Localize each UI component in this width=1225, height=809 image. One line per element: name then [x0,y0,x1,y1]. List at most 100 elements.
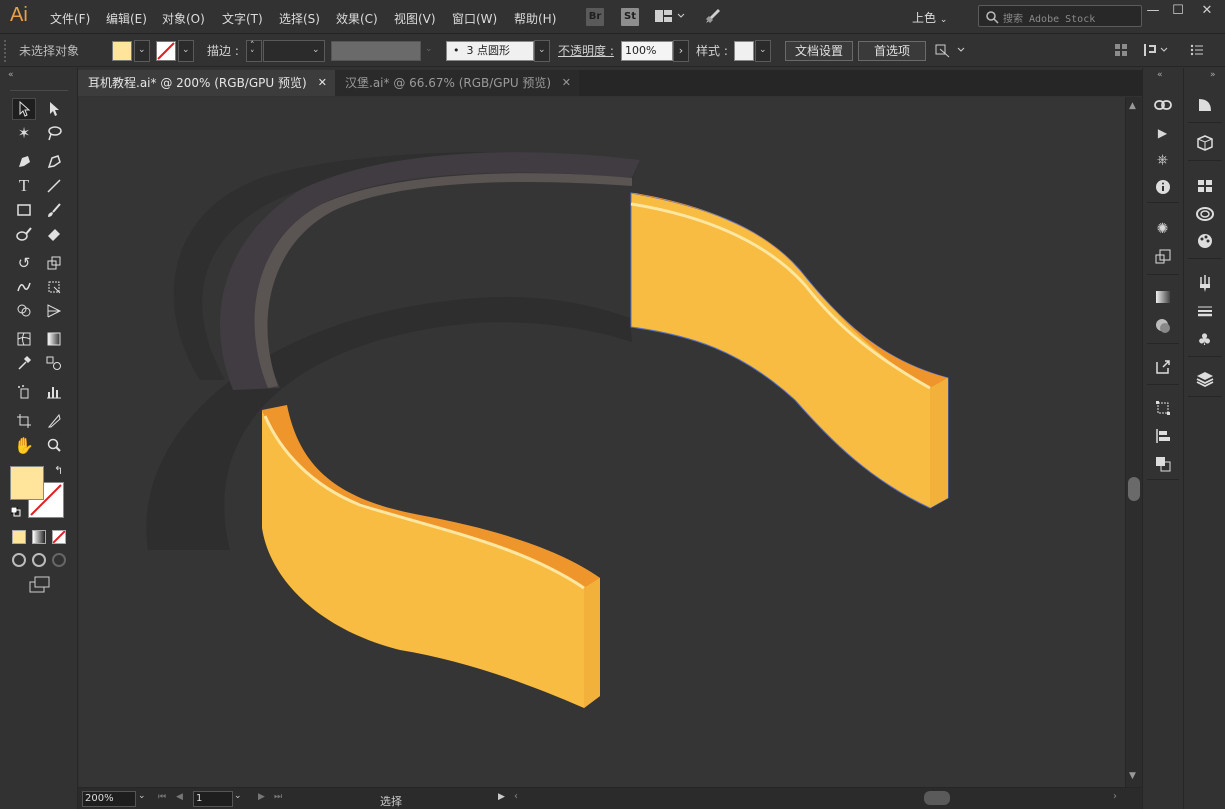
slice-icon[interactable] [42,410,66,432]
graphic-style-swatch[interactable] [734,41,754,61]
lasso-icon[interactable] [42,122,66,144]
eraser-icon[interactable] [42,223,66,245]
zoom-dropdown[interactable]: ⌄ [138,791,154,807]
first-artboard-icon[interactable]: ⏮ [158,792,166,802]
draw-normal-icon[interactable] [12,553,26,567]
artboard-icon[interactable] [12,410,36,432]
artboard-dropdown[interactable]: ⌄ [234,791,248,807]
paintbrush-icon[interactable] [42,199,66,221]
fill-dropdown[interactable]: ⌄ [134,40,150,62]
menu-help[interactable]: 帮助(H) [514,10,556,27]
fill-color-swatch[interactable] [10,466,44,500]
variable-width-profile[interactable] [331,41,421,61]
gradient-icon[interactable] [1143,286,1182,308]
left-band-side[interactable] [584,578,600,708]
transparency-icon[interactable] [1143,315,1182,337]
next-artboard-icon[interactable]: ▶ [258,792,265,802]
preferences-button[interactable]: 首选项 [858,41,926,61]
actions-icon[interactable]: ▶ [1143,122,1182,144]
control-panel-menu-icon[interactable] [1190,43,1204,60]
curvature-icon[interactable] [42,151,66,173]
cc-libraries-icon[interactable] [1184,203,1225,225]
dock-expand-icon[interactable]: » [1210,70,1216,80]
color-mode-icon[interactable] [12,530,26,544]
right-band-face[interactable] [630,192,949,509]
transform-options-icon[interactable] [1143,42,1173,61]
artboards-icon[interactable] [1143,397,1182,419]
document-setup-button[interactable]: 文档设置 [785,41,853,61]
gpu-rocket-icon[interactable] [704,7,722,28]
draw-behind-icon[interactable] [32,553,46,567]
warp-icon[interactable] [12,276,36,298]
style-dropdown[interactable]: ⌄ [755,40,771,62]
bridge-icon[interactable]: Br [586,8,604,26]
scroll-up-icon[interactable]: ▲ [1129,101,1136,111]
artboard-number-input[interactable]: 1 [193,791,233,807]
menu-object[interactable]: 对象(O) [162,10,205,27]
tab-headphone-doc[interactable]: 耳机教程.ai* @ 200% (RGB/GPU 预览) ✕ [78,70,335,96]
gradient-icon[interactable] [42,328,66,350]
workspace-switcher[interactable]: 上色 ⌄ [912,9,947,26]
menu-edit[interactable]: 编辑(E) [106,10,147,27]
magic-wand-icon[interactable]: ✶ [12,122,36,144]
direct-selection-icon[interactable] [42,98,66,120]
artboard-canvas[interactable] [79,97,1125,787]
opacity-input[interactable]: 100% [621,41,673,61]
stock-icon[interactable]: St [621,8,639,26]
zoom-input[interactable]: 200% [82,791,136,807]
swatches-icon[interactable] [1184,175,1225,197]
vertical-scroll-thumb[interactable] [1128,477,1140,501]
last-artboard-icon[interactable]: ⏭ [274,792,282,802]
color-themes-icon[interactable] [1184,230,1225,252]
right-band-side[interactable] [930,378,948,508]
line-icon[interactable] [42,175,66,197]
menu-type[interactable]: 文字(T) [222,10,263,27]
blob-brush-icon[interactable] [12,223,36,245]
zoom-icon[interactable] [42,434,66,456]
symbol-sprayer-icon[interactable] [12,381,36,403]
stroke-dropdown[interactable]: ⌄ [178,40,194,62]
dock-collapse-icon[interactable]: « [1157,70,1163,80]
stroke-label[interactable]: 描边 : [207,42,239,59]
maximize-button[interactable]: ☐ [1163,2,1193,20]
free-transform-icon[interactable] [42,276,66,298]
menu-effect[interactable]: 效果(C) [336,10,378,27]
opacity-arrow-button[interactable]: › [673,40,689,62]
blend-icon[interactable] [42,352,66,374]
swap-colors-icon[interactable]: ↰ [54,464,63,477]
stroke-icon[interactable] [1184,300,1225,322]
export-icon[interactable] [1143,356,1182,378]
rotate-icon[interactable]: ↺ [12,252,36,274]
screen-mode-icon[interactable] [29,576,51,597]
pathfinder-icon[interactable] [1143,453,1182,475]
perspective-icon[interactable] [42,300,66,322]
mesh-icon[interactable] [12,328,36,350]
links-icon[interactable] [1143,94,1182,116]
stock-search-input[interactable]: 搜索 Adobe Stock [978,5,1142,27]
shape-builder-icon[interactable] [12,300,36,322]
scroll-right-icon[interactable]: › [1113,791,1117,802]
stroke-swatch[interactable] [156,41,176,61]
default-colors-icon[interactable] [10,506,21,517]
graph-icon[interactable] [42,381,66,403]
brush-dropdown[interactable]: ⌄ [534,40,550,62]
close-tab-icon[interactable]: ✕ [562,70,571,96]
profile-dropdown[interactable]: ⌄ [422,40,438,62]
eyedropper-icon[interactable] [12,352,36,374]
vertical-scrollbar[interactable]: ▲ ▼ [1125,97,1142,787]
draw-inside-icon[interactable] [52,553,66,567]
pen-icon[interactable] [12,151,36,173]
properties-icon[interactable] [1184,94,1225,116]
tab-burger-doc[interactable]: 汉堡.ai* @ 66.67% (RGB/GPU 预览) ✕ [335,70,579,96]
menu-file[interactable]: 文件(F) [50,10,90,27]
libraries-icon[interactable] [1184,132,1225,154]
symbols-club-icon[interactable]: ♣ [1184,328,1225,350]
horizontal-scroll-thumb[interactable] [924,791,950,805]
transform-icon[interactable] [1143,246,1182,268]
hand-icon[interactable]: ✋ [12,434,36,456]
menu-view[interactable]: 视图(V) [394,10,436,27]
info-icon[interactable] [1143,176,1182,198]
scale-icon[interactable] [42,252,66,274]
scroll-down-icon[interactable]: ▼ [1129,771,1136,781]
none-mode-icon[interactable] [52,530,66,544]
